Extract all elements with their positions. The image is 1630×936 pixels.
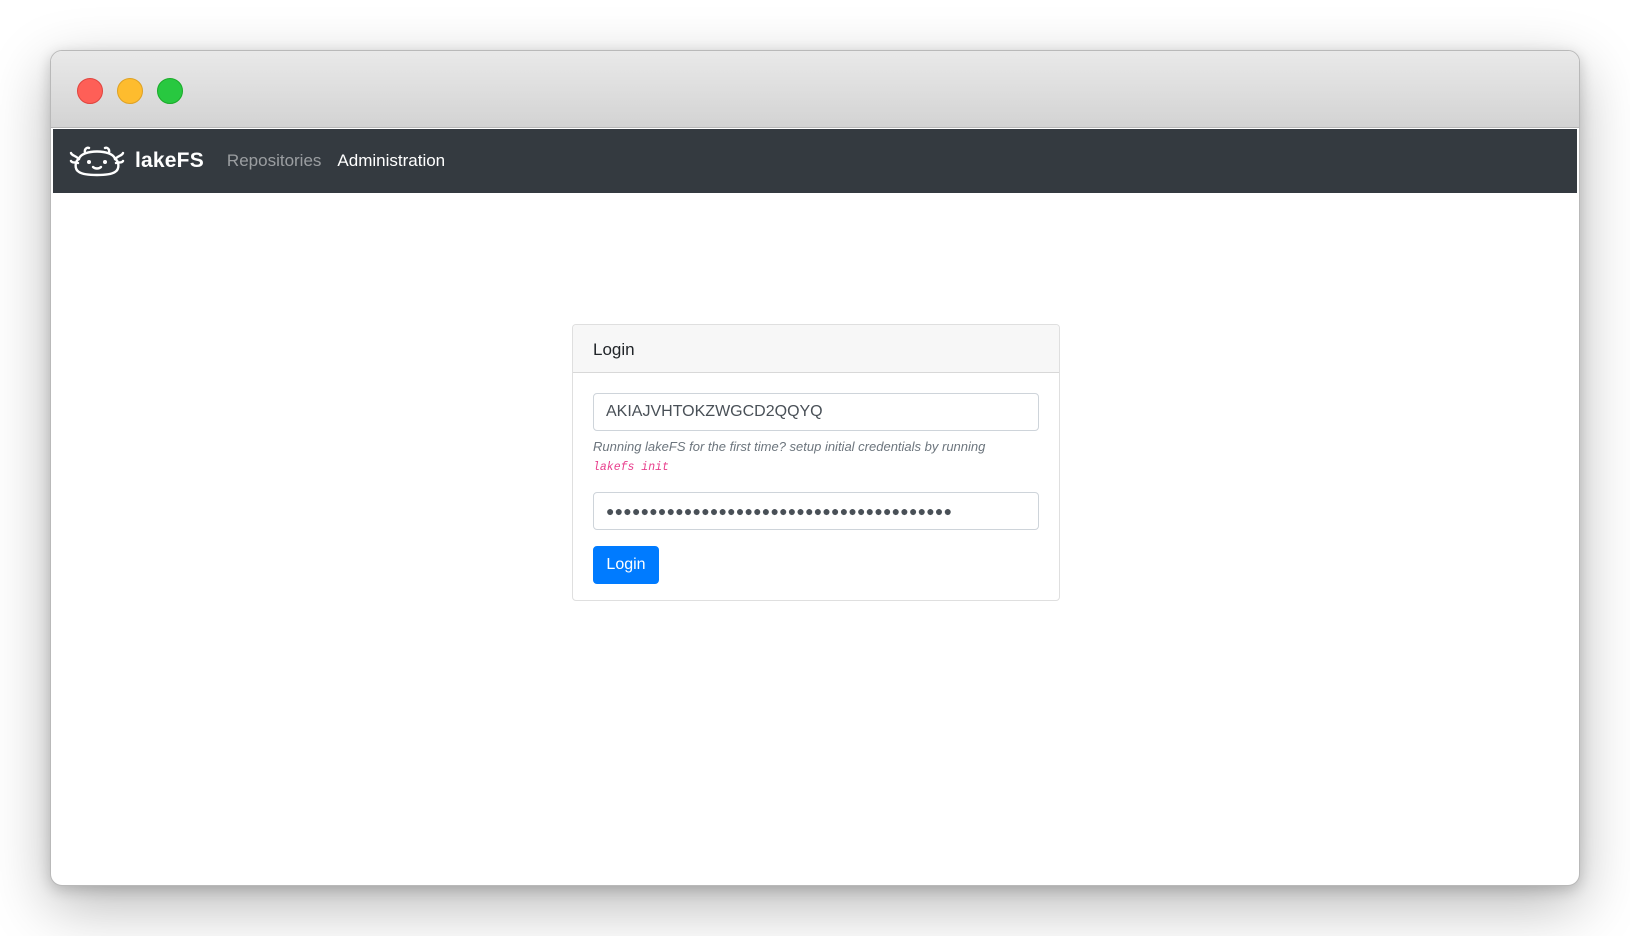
login-card: Login AKIAJVHTOKZWGCD2QQYQ Running lakeF… [572, 324, 1060, 601]
screenshot-canvas: lakeFS Repositories Administration Login… [0, 0, 1630, 936]
nav-link-administration[interactable]: Administration [337, 151, 445, 171]
help-text-message: Running lakeFS for the first time? setup… [593, 439, 986, 454]
browser-window: lakeFS Repositories Administration Login… [50, 50, 1580, 886]
init-command-code: lakefs init [593, 461, 669, 474]
top-navbar: lakeFS Repositories Administration [53, 129, 1577, 193]
nav-link-repositories[interactable]: Repositories [227, 151, 322, 171]
form-spacer [593, 477, 1039, 492]
window-titlebar [51, 51, 1579, 128]
secret-key-input[interactable]: ●●●●●●●●●●●●●●●●●●●●●●●●●●●●●●●●●●●●●●●● [593, 492, 1039, 530]
login-submit-button[interactable]: Login [593, 546, 659, 584]
login-card-title: Login [573, 325, 1059, 373]
brand-link[interactable]: lakeFS [69, 141, 204, 181]
access-key-input[interactable]: AKIAJVHTOKZWGCD2QQYQ [593, 393, 1039, 431]
zoom-window-button[interactable] [157, 78, 183, 104]
axolotl-logo-icon [69, 146, 125, 177]
brand-name: lakeFS [135, 149, 204, 172]
close-window-button[interactable] [77, 78, 103, 104]
first-time-help-text: Running lakeFS for the first time? setup… [593, 437, 1039, 477]
login-form: AKIAJVHTOKZWGCD2QQYQ Running lakeFS for … [573, 373, 1059, 604]
minimize-window-button[interactable] [117, 78, 143, 104]
